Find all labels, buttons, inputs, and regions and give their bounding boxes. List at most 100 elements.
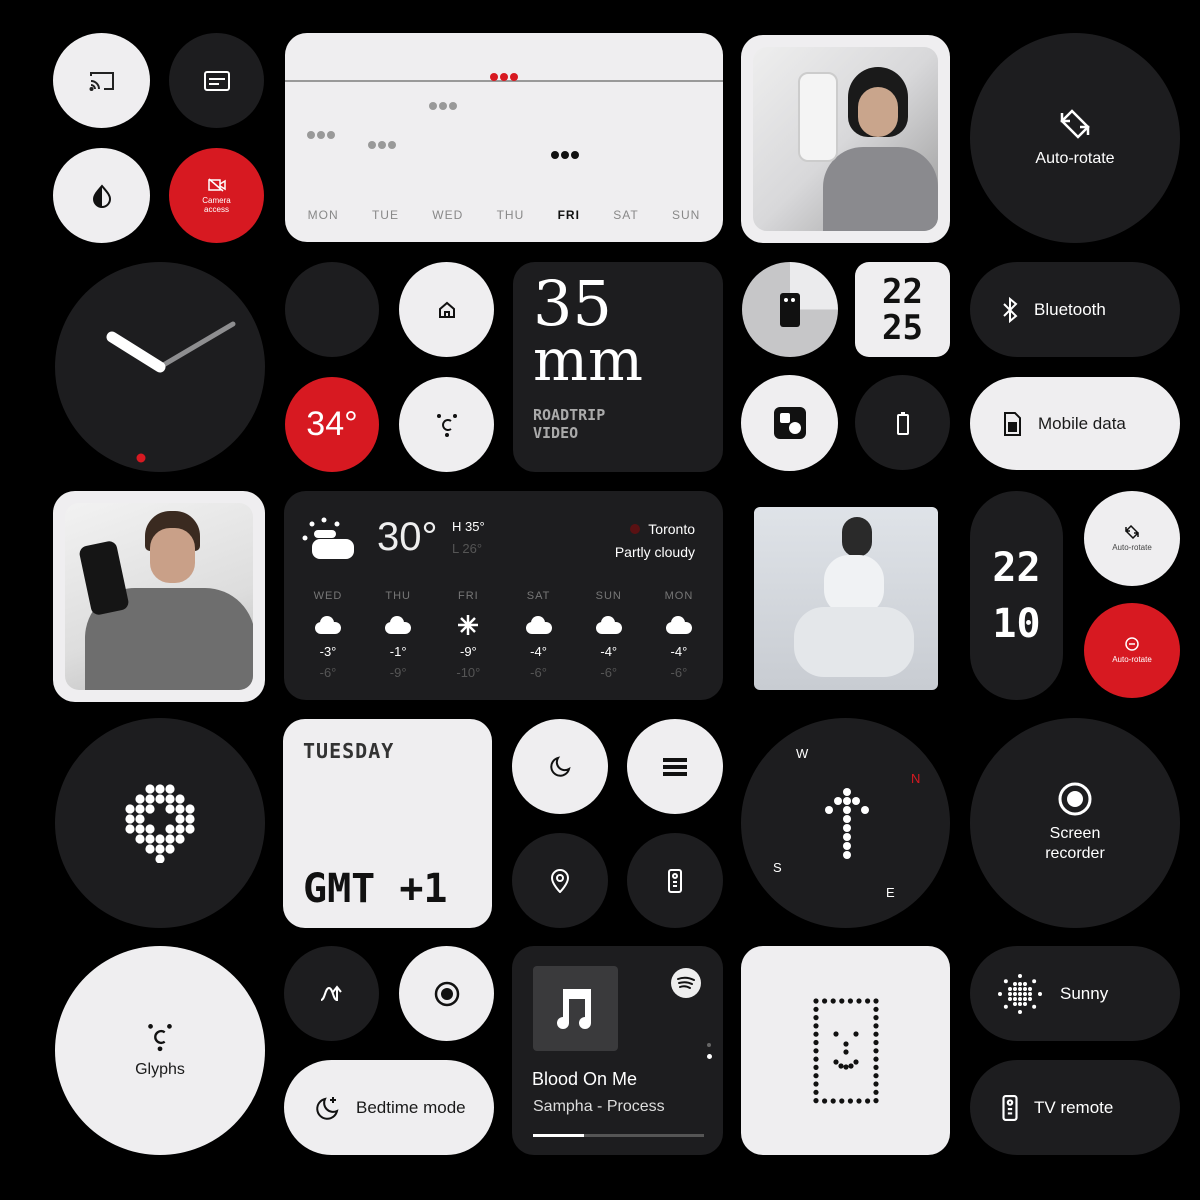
digital-clock-pill[interactable]: 22 10 bbox=[970, 491, 1063, 700]
page-dot-active[interactable] bbox=[707, 1054, 712, 1059]
glyph-dot bbox=[864, 1097, 870, 1104]
compass-widget[interactable]: W N S E bbox=[741, 718, 950, 928]
sunny-label: Sunny bbox=[1060, 983, 1109, 1003]
bedtime-mode-toggle[interactable]: Bedtime mode bbox=[284, 1060, 494, 1155]
phone-glyph-button[interactable] bbox=[742, 262, 838, 357]
forecast-low: -6° bbox=[530, 665, 547, 680]
glyph-pin-widget[interactable] bbox=[55, 718, 265, 928]
cards-icon bbox=[203, 70, 230, 91]
bluetooth-toggle[interactable]: Bluetooth bbox=[970, 262, 1180, 357]
auto-rotate-small-button[interactable]: Auto-rotate bbox=[1084, 491, 1180, 586]
cards-button[interactable] bbox=[169, 33, 264, 128]
screen-recorder-label: Screen recorder bbox=[1045, 825, 1105, 862]
swap-button[interactable] bbox=[284, 946, 379, 1041]
glyph-dot bbox=[855, 1097, 862, 1104]
glyph-dot bbox=[1018, 981, 1022, 986]
photo-woman-phone bbox=[753, 47, 938, 231]
camera-widget[interactable]: 35 mm ROADTRIP VIDEO bbox=[513, 262, 723, 472]
week-day: SUN bbox=[672, 208, 701, 222]
empty-tile[interactable] bbox=[285, 262, 379, 357]
screen-recorder-button[interactable]: Screen recorder bbox=[970, 718, 1180, 928]
tv-remote-button[interactable]: TV remote bbox=[970, 1060, 1180, 1155]
photo-woman-crouching[interactable] bbox=[754, 507, 938, 690]
glyph-dot bbox=[1018, 996, 1022, 1001]
cloud-icon bbox=[315, 616, 341, 634]
glyph-dot bbox=[861, 806, 869, 814]
glyph-dot bbox=[834, 797, 842, 805]
forecast-day-label: FRI bbox=[458, 590, 479, 602]
camera-off-icon bbox=[207, 177, 226, 192]
glyph-button[interactable] bbox=[399, 377, 494, 472]
home-button[interactable] bbox=[399, 262, 494, 357]
photo-widget-1[interactable] bbox=[741, 35, 950, 243]
bedtime-icon bbox=[316, 1096, 339, 1120]
dark-theme-button[interactable] bbox=[53, 148, 150, 243]
sunny-tile[interactable]: Sunny bbox=[970, 946, 1180, 1041]
clock-minute: 25 bbox=[882, 307, 923, 348]
glyph-dot bbox=[165, 844, 175, 854]
remote-button[interactable] bbox=[627, 833, 723, 928]
rotate-icon bbox=[1060, 109, 1090, 139]
digital-clock-tile[interactable]: 22 25 bbox=[855, 262, 950, 357]
cast-button[interactable] bbox=[53, 33, 150, 128]
camera-access-button[interactable]: Camera access bbox=[169, 148, 264, 243]
forecast-high: -4° bbox=[530, 644, 547, 659]
photo-widget-2[interactable] bbox=[53, 491, 265, 702]
week-widget[interactable]: MON TUE WED THU FRI SAT SUN bbox=[285, 33, 723, 242]
forecast-low: -6° bbox=[319, 665, 337, 680]
world-clock-widget[interactable]: TUESDAY GMT +1 bbox=[283, 719, 492, 928]
glyph-dot bbox=[1018, 1001, 1022, 1006]
auto-rotate-off-button[interactable]: Auto-rotate bbox=[1084, 603, 1180, 698]
progress-bar[interactable] bbox=[533, 1134, 704, 1137]
mobile-data-toggle[interactable]: Mobile data bbox=[970, 377, 1180, 470]
weather-high: H 35° bbox=[452, 519, 485, 534]
weather-widget[interactable]: 30° H 35° L 26° Toronto Partly cloudy WE… bbox=[284, 491, 723, 700]
forecast-high: -4° bbox=[670, 644, 688, 659]
glyph-dot bbox=[847, 1097, 853, 1104]
glyph-dot bbox=[1028, 996, 1032, 1001]
glyph-dot bbox=[1008, 986, 1012, 991]
glyph-dot bbox=[812, 1089, 819, 1095]
glyph-dot bbox=[1023, 991, 1027, 996]
glyph-dot bbox=[135, 814, 145, 824]
auto-rotate-large-button[interactable]: Auto-rotate bbox=[970, 33, 1180, 243]
forecast-day-label: SAT bbox=[526, 590, 551, 602]
list-button[interactable] bbox=[627, 719, 723, 814]
cloud-icon bbox=[595, 616, 622, 634]
glyph-dot bbox=[872, 1014, 879, 1020]
glyph-dot bbox=[1013, 986, 1017, 991]
temperature-tile[interactable]: 34° bbox=[285, 377, 379, 472]
glyph-dot bbox=[872, 997, 879, 1004]
glyph-dot bbox=[872, 1047, 879, 1053]
glyph-dot bbox=[175, 814, 185, 824]
glyph-dot bbox=[175, 824, 185, 834]
glyph-dot bbox=[812, 997, 819, 1004]
face-widget[interactable] bbox=[741, 946, 950, 1155]
world-clock-day: TUESDAY bbox=[303, 739, 395, 763]
battery-button[interactable] bbox=[855, 375, 950, 470]
glyph-dot bbox=[812, 1039, 819, 1045]
glyph-dot bbox=[842, 1040, 849, 1047]
analog-clock[interactable] bbox=[55, 262, 265, 472]
glyph-dot bbox=[864, 997, 870, 1004]
spotify-icon[interactable] bbox=[671, 968, 701, 998]
weather-temp: 30° bbox=[377, 515, 438, 559]
glyph-dot bbox=[1023, 981, 1027, 986]
music-widget[interactable]: Blood On Me Sampha - Process bbox=[512, 946, 723, 1155]
glyph-dot bbox=[1008, 996, 1012, 1001]
glyph-dot bbox=[165, 804, 175, 814]
widget-app-button[interactable] bbox=[741, 375, 838, 471]
compass-s: S bbox=[773, 860, 782, 875]
forecast-day-label: THU bbox=[385, 590, 411, 602]
widget-app-icon bbox=[773, 407, 806, 439]
clock-minute: 10 bbox=[992, 600, 1041, 647]
location-button[interactable] bbox=[512, 833, 608, 928]
page-dot[interactable] bbox=[707, 1043, 711, 1047]
glyph-dot bbox=[832, 1058, 839, 1065]
record-button[interactable] bbox=[399, 946, 494, 1041]
glyph-dot bbox=[830, 1097, 836, 1104]
glyph-dot bbox=[185, 804, 195, 814]
cloud-icon bbox=[665, 616, 692, 634]
glyphs-button[interactable]: Glyphs bbox=[55, 946, 265, 1155]
do-not-disturb-button[interactable] bbox=[512, 719, 608, 814]
